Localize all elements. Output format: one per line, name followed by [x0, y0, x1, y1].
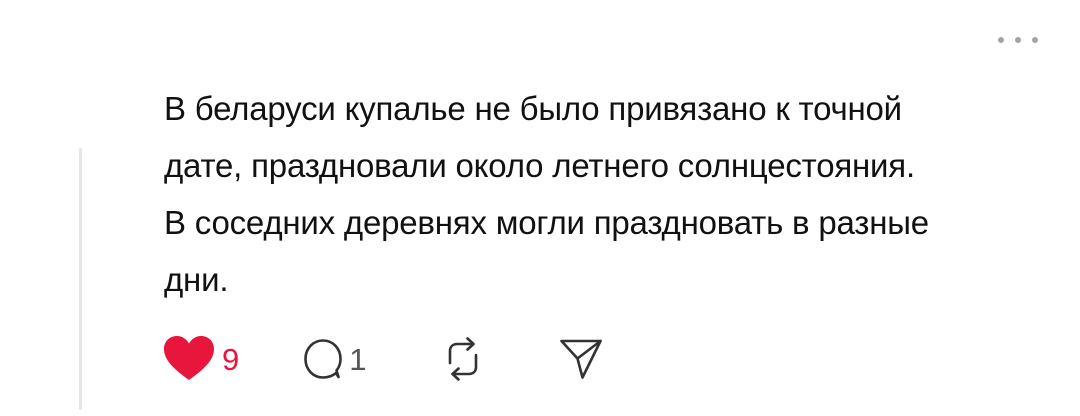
- post-text: В беларуси купалье не было привязано к т…: [164, 90, 929, 298]
- repost-icon: [443, 337, 483, 381]
- more-horizontal-icon: [998, 37, 1004, 43]
- like-count: 9: [222, 341, 240, 377]
- heart-filled-icon: [162, 335, 216, 383]
- post-actions: 9 1: [162, 334, 603, 384]
- share-button[interactable]: [559, 338, 603, 380]
- more-options-button[interactable]: [998, 30, 1038, 50]
- repost-button[interactable]: [443, 337, 483, 381]
- comment-icon: [303, 338, 343, 380]
- reply-count: 1: [349, 341, 367, 377]
- more-horizontal-icon-dot: [1015, 37, 1021, 43]
- reply-button[interactable]: 1: [303, 338, 367, 380]
- post-card: В беларуси купалье не было привязано к т…: [0, 0, 1080, 416]
- thread-line: [79, 148, 82, 410]
- like-button[interactable]: 9: [162, 335, 239, 383]
- more-horizontal-icon-dot: [1032, 37, 1038, 43]
- send-icon: [559, 338, 603, 380]
